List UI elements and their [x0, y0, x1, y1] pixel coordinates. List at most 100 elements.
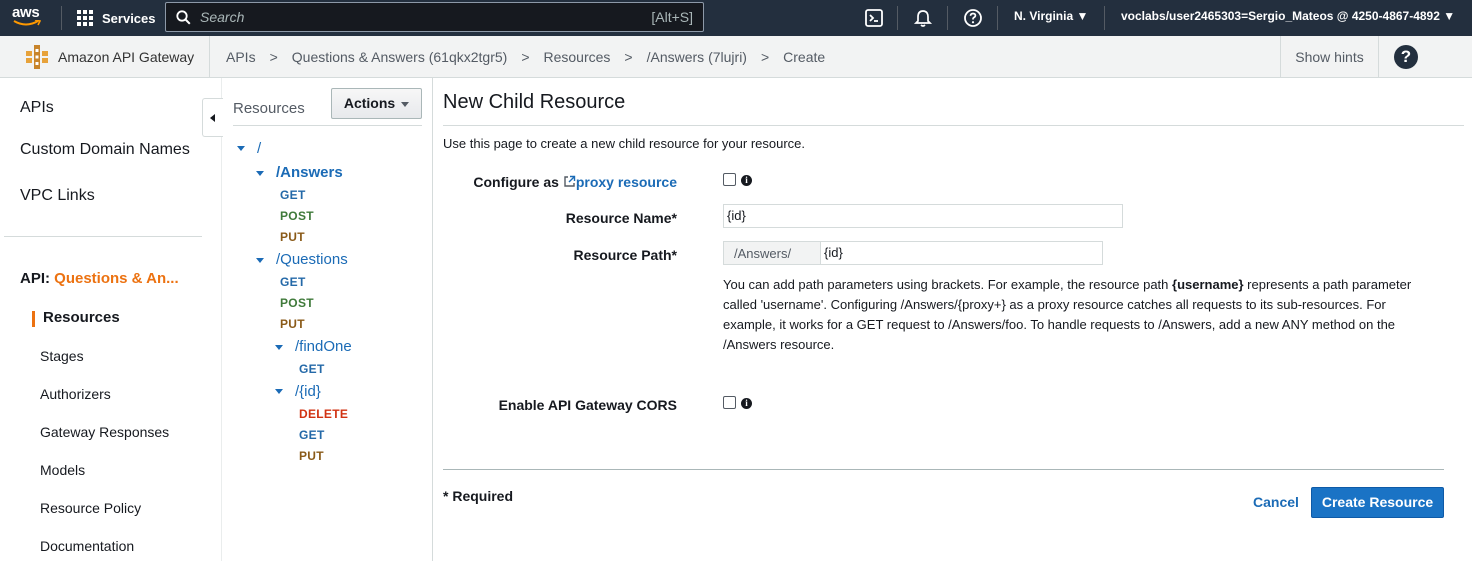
nav-resource-policy[interactable]: Resource Policy: [40, 500, 141, 516]
divider: [233, 125, 422, 126]
divider: [443, 469, 1444, 470]
method-get[interactable]: GET: [299, 362, 325, 376]
method-put[interactable]: PUT: [299, 449, 324, 463]
nav-gateway-responses[interactable]: Gateway Responses: [40, 424, 169, 440]
method-get[interactable]: GET: [280, 188, 306, 202]
show-hints-button[interactable]: Show hints: [1280, 36, 1379, 78]
breadcrumb-create: Create: [783, 49, 826, 65]
nav-models[interactable]: Models: [40, 462, 85, 478]
actions-dropdown[interactable]: Actions: [331, 88, 422, 119]
search-input[interactable]: Search [Alt+S]: [165, 2, 704, 32]
chevron-right-icon: >: [521, 49, 530, 65]
method-post[interactable]: POST: [280, 296, 314, 310]
expand-triangle-icon[interactable]: [275, 389, 283, 394]
main-content: New Child Resource Use this page to crea…: [433, 78, 1472, 561]
resource-id[interactable]: /{id}: [295, 383, 321, 400]
info-icon[interactable]: i: [741, 175, 752, 186]
nav-custom-domain-names[interactable]: Custom Domain Names: [20, 141, 190, 159]
external-link-icon: [564, 175, 576, 187]
resource-questions[interactable]: /Questions: [276, 251, 348, 268]
api-gateway-icon: [26, 45, 48, 69]
left-nav: APIs Custom Domain Names VPC Links API: …: [0, 78, 222, 561]
api-title[interactable]: API: Questions & An...: [20, 270, 179, 287]
nav-authorizers[interactable]: Authorizers: [40, 386, 111, 402]
resource-root[interactable]: /: [257, 140, 261, 157]
aws-smile-icon: [13, 20, 41, 26]
nav-stages[interactable]: Stages: [40, 348, 84, 364]
divider: [997, 6, 998, 30]
region-selector[interactable]: N. Virginia ▼: [1014, 9, 1088, 23]
resource-answers[interactable]: /Answers: [276, 164, 343, 181]
divider: [4, 236, 202, 237]
nav-resources[interactable]: Resources: [43, 309, 120, 326]
help-button[interactable]: ?: [1394, 45, 1418, 69]
bell-icon[interactable]: [913, 8, 933, 28]
cors-label: Enable API Gateway CORS: [498, 397, 677, 413]
search-shortcut: [Alt+S]: [651, 9, 693, 25]
info-icon[interactable]: i: [741, 398, 752, 409]
method-get[interactable]: GET: [299, 428, 325, 442]
resource-name-label: Resource Name*: [565, 210, 677, 226]
page-title: New Child Resource: [443, 91, 626, 113]
breadcrumb-apis[interactable]: APIs: [226, 49, 256, 65]
divider: [947, 6, 948, 30]
cors-checkbox[interactable]: [723, 396, 736, 409]
divider: [61, 6, 62, 30]
method-put[interactable]: PUT: [280, 317, 305, 331]
service-bar: Amazon API Gateway APIs > Questions & Answ…: [0, 36, 1472, 78]
method-put[interactable]: PUT: [280, 230, 305, 244]
resources-tree: Resources Actions / /Answers GET POST PU…: [223, 78, 433, 561]
active-indicator: [32, 311, 35, 327]
resource-path-input[interactable]: {id}: [820, 241, 1103, 265]
cancel-button[interactable]: Cancel: [1253, 494, 1299, 510]
divider: [443, 125, 1464, 126]
proxy-checkbox[interactable]: [723, 173, 736, 186]
nav-documentation[interactable]: Documentation: [40, 538, 134, 554]
service-name: Amazon API Gateway: [58, 49, 195, 65]
intro-text: Use this page to create a new child reso…: [443, 136, 806, 151]
proxy-resource-link[interactable]: proxy resource: [563, 174, 677, 190]
nav-vpc-links[interactable]: VPC Links: [20, 187, 95, 205]
expand-triangle-icon[interactable]: [256, 258, 264, 263]
caret-down-icon: [401, 101, 410, 107]
breadcrumb-answers[interactable]: /Answers (7lujri): [647, 49, 747, 65]
caret-down-icon: ▼: [1076, 9, 1089, 23]
service-home-link[interactable]: Amazon API Gateway: [12, 36, 210, 78]
breadcrumb-resources[interactable]: Resources: [544, 49, 611, 65]
chevron-right-icon: >: [760, 49, 770, 65]
services-menu[interactable]: Services: [77, 7, 156, 29]
expand-triangle-icon[interactable]: [237, 146, 245, 151]
breadcrumb-api[interactable]: Questions & Answers (61qkx2tgr5): [292, 49, 508, 65]
method-get[interactable]: GET: [280, 275, 306, 289]
cloudshell-icon[interactable]: [864, 8, 884, 28]
collapse-nav-button[interactable]: [202, 98, 223, 137]
services-label: Services: [102, 10, 156, 26]
account-menu[interactable]: voclabs/user2465303=Sergio_Mateos @ 4250…: [1121, 9, 1455, 23]
resources-header: Resources: [233, 100, 305, 117]
method-delete[interactable]: DELETE: [299, 407, 348, 421]
expand-triangle-icon[interactable]: [256, 171, 264, 176]
required-note: * Required: [443, 488, 514, 504]
chevron-right-icon: >: [269, 49, 278, 65]
chevron-right-icon: >: [624, 49, 633, 65]
resource-name-input[interactable]: {id}: [723, 204, 1123, 228]
api-name: Questions & An...: [54, 270, 179, 287]
breadcrumb: APIs > Questions & Answers (61qkx2tgr5) > Re…: [226, 49, 825, 65]
create-resource-button[interactable]: Create Resource: [1311, 487, 1444, 518]
resource-path-label: Resource Path*: [573, 247, 677, 263]
resource-path-prefix: /Answers/: [723, 241, 821, 265]
proxy-label: Configure as proxy resource: [473, 174, 677, 190]
caret-down-icon: ▼: [1443, 9, 1456, 23]
expand-triangle-icon[interactable]: [275, 345, 283, 350]
help-circle-icon[interactable]: [963, 8, 983, 28]
resource-findone[interactable]: /findOne: [295, 338, 352, 355]
search-icon: [176, 10, 191, 25]
aws-logo[interactable]: aws: [12, 4, 46, 32]
nav-apis[interactable]: APIs: [20, 99, 54, 117]
search-placeholder: Search: [200, 9, 245, 25]
path-help-text: You can add path parameters using bracke…: [723, 277, 1412, 352]
divider: [1104, 6, 1105, 30]
method-post[interactable]: POST: [280, 209, 314, 223]
divider: [897, 6, 898, 30]
grid-icon: [77, 9, 94, 27]
